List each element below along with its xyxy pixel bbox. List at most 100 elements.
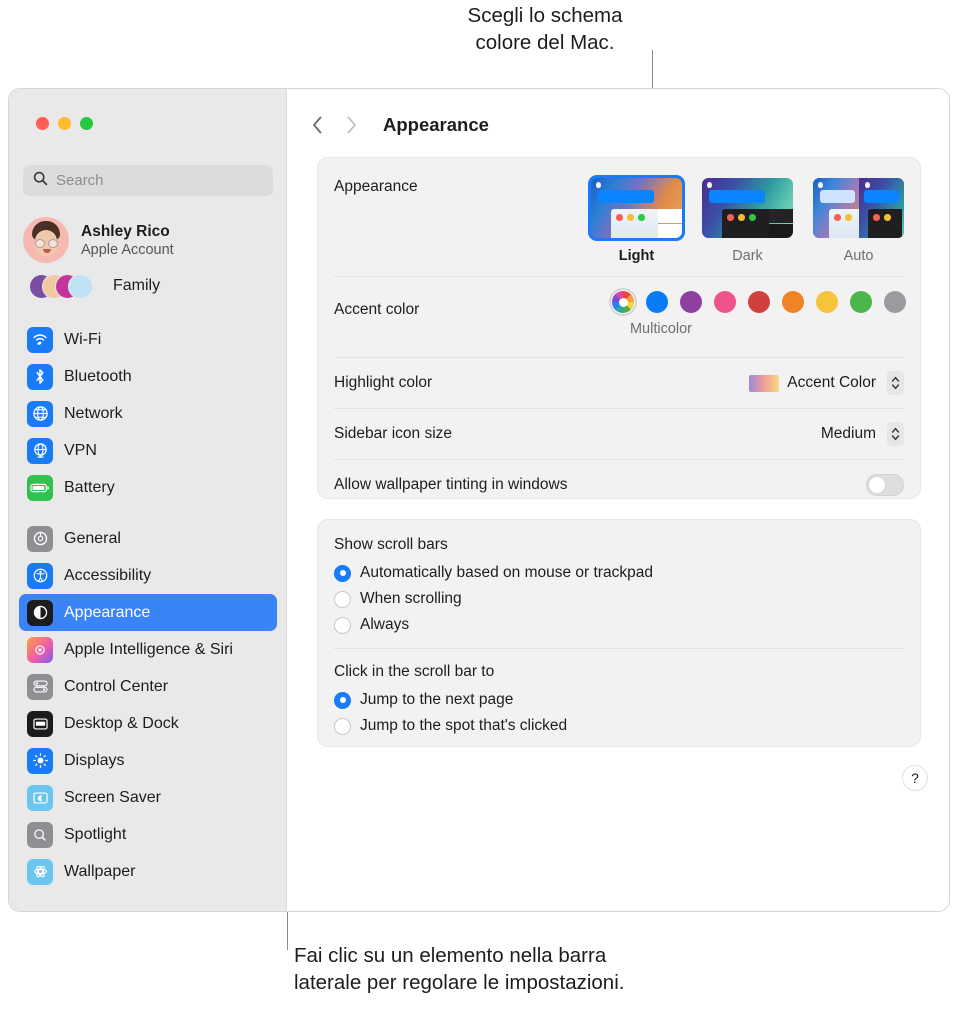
radio-label: When scrolling bbox=[360, 590, 462, 607]
sidebar-item-wallpaper[interactable]: Wallpaper bbox=[19, 853, 277, 890]
sidebar-item-label: Accessibility bbox=[64, 566, 152, 584]
sidebar-group-system: General Accessibility Appearance Apple I… bbox=[19, 520, 277, 890]
account-name: Ashley Rico bbox=[81, 222, 170, 240]
accent-swatch-red[interactable] bbox=[748, 291, 770, 313]
sidebar-item-label: Wi-Fi bbox=[64, 330, 102, 348]
radio-scroll-when-scrolling[interactable]: When scrolling bbox=[334, 586, 904, 612]
theme-option-dark[interactable]: Dark bbox=[699, 175, 796, 264]
screenshot-root: Scegli lo schema colore del Mac. Fai cli… bbox=[0, 0, 958, 1013]
search-icon bbox=[27, 821, 53, 848]
sidebar-item-displays[interactable]: Displays bbox=[19, 742, 277, 779]
wallpaper-tinting-label: Allow wallpaper tinting in windows bbox=[334, 476, 568, 493]
radio-label: Always bbox=[360, 616, 410, 633]
accent-swatch-multicolor[interactable] bbox=[612, 291, 634, 313]
screen-saver-icon bbox=[27, 784, 53, 811]
radio-jump-next-page[interactable]: Jump to the next page bbox=[334, 687, 904, 713]
sidebar-item-desktop-dock[interactable]: Desktop & Dock bbox=[19, 705, 277, 742]
wallpaper-tinting-toggle[interactable] bbox=[866, 474, 904, 496]
radio-jump-to-spot[interactable]: Jump to the spot that's clicked bbox=[334, 713, 904, 739]
callout-top-text: Scegli lo schema colore del Mac. bbox=[467, 4, 623, 54]
sidebar-item-screen-saver[interactable]: Screen Saver bbox=[19, 779, 277, 816]
sidebar-icon-size-popup[interactable]: Medium bbox=[821, 422, 904, 446]
search-placeholder: Search bbox=[56, 172, 104, 189]
search-icon bbox=[33, 171, 48, 191]
sidebar-item-label: Control Center bbox=[64, 677, 169, 695]
sidebar-item-label: Spotlight bbox=[64, 825, 127, 843]
help-button[interactable]: ? bbox=[902, 765, 928, 791]
sidebar-item-label: VPN bbox=[64, 441, 97, 459]
radio-button bbox=[334, 616, 351, 634]
sidebar-item-label: Apple Intelligence & Siri bbox=[64, 640, 233, 658]
sidebar-item-label: Bluetooth bbox=[64, 367, 132, 385]
accent-swatch-pink[interactable] bbox=[714, 291, 736, 313]
theme-label: Auto bbox=[843, 248, 874, 264]
sidebar-item-label: Displays bbox=[64, 751, 125, 769]
sidebar-item-apple-intelligence-siri[interactable]: Apple Intelligence & Siri bbox=[19, 631, 277, 668]
sidebar-item-vpn[interactable]: VPN bbox=[19, 432, 277, 469]
scroll-click-group: Click in the scroll bar to Jump to the n… bbox=[318, 649, 920, 749]
radio-label: Jump to the next page bbox=[360, 691, 514, 708]
radio-button bbox=[334, 590, 351, 608]
back-button[interactable] bbox=[303, 111, 331, 139]
accent-swatch-graphite[interactable] bbox=[884, 291, 906, 313]
sidebar-item-spotlight[interactable]: Spotlight bbox=[19, 816, 277, 853]
close-button[interactable] bbox=[36, 117, 49, 130]
sidebar-item-family[interactable]: Family bbox=[23, 271, 273, 301]
sidebar-item-wi-fi[interactable]: Wi-Fi bbox=[19, 321, 277, 358]
account-subtitle: Apple Account bbox=[81, 241, 174, 258]
battery-icon bbox=[27, 474, 53, 501]
sidebar-item-label: Appearance bbox=[64, 603, 151, 621]
zoom-button[interactable] bbox=[80, 117, 93, 130]
highlight-color-popup[interactable]: Accent Color bbox=[749, 371, 904, 395]
appearance-label: Appearance bbox=[334, 178, 418, 195]
apple-account-row[interactable]: Ashley Rico Apple Account bbox=[23, 217, 273, 263]
chevron-up-down-icon bbox=[887, 422, 904, 446]
accent-color-row: Accent color Multicolor bbox=[318, 277, 920, 357]
sidebar-item-appearance[interactable]: Appearance bbox=[19, 594, 277, 631]
sidebar-item-label: Screen Saver bbox=[64, 788, 161, 806]
light-theme-thumbnail bbox=[591, 178, 682, 238]
minimize-button[interactable] bbox=[58, 117, 71, 130]
sidebar-item-bluetooth[interactable]: Bluetooth bbox=[19, 358, 277, 395]
gear-icon bbox=[27, 525, 53, 552]
search-input[interactable]: Search bbox=[23, 165, 273, 196]
sidebar-item-general[interactable]: General bbox=[19, 520, 277, 557]
sidebar-item-label: Battery bbox=[64, 478, 115, 496]
scroll-settings-card: Show scroll bars Automatically based on … bbox=[317, 519, 921, 747]
control-center-icon bbox=[27, 673, 53, 700]
theme-option-auto[interactable]: Auto bbox=[810, 175, 907, 264]
appearance-theme-options: Light Dark Auto bbox=[588, 175, 907, 264]
accent-swatch-purple[interactable] bbox=[680, 291, 702, 313]
radio-scroll-automatic[interactable]: Automatically based on mouse or trackpad bbox=[334, 560, 904, 586]
radio-label: Automatically based on mouse or trackpad bbox=[360, 564, 653, 581]
accent-swatch-blue[interactable] bbox=[646, 291, 668, 313]
sidebar-icon-size-value: Medium bbox=[820, 425, 876, 442]
sidebar-group-connectivity: Wi-Fi Bluetooth Network VPN Battery bbox=[19, 321, 277, 506]
accent-swatch-yellow[interactable] bbox=[816, 291, 838, 313]
sidebar: Search Ashley Rico Apple Account Family … bbox=[9, 89, 287, 911]
bluetooth-icon bbox=[27, 363, 53, 390]
radio-scroll-always[interactable]: Always bbox=[334, 612, 904, 638]
highlight-color-row: Highlight color Accent Color bbox=[318, 358, 920, 408]
sidebar-item-network[interactable]: Network bbox=[19, 395, 277, 432]
forward-button[interactable] bbox=[337, 111, 365, 139]
theme-label: Light bbox=[618, 248, 655, 264]
dark-theme-thumbnail bbox=[702, 178, 793, 238]
toolbar: Appearance bbox=[303, 111, 489, 139]
sidebar-icon-size-label: Sidebar icon size bbox=[334, 425, 453, 442]
globe-icon bbox=[27, 400, 53, 427]
sidebar-item-accessibility[interactable]: Accessibility bbox=[19, 557, 277, 594]
sidebar-item-control-center[interactable]: Control Center bbox=[19, 668, 277, 705]
theme-option-light[interactable]: Light bbox=[588, 175, 685, 264]
search-container: Search bbox=[23, 165, 273, 196]
accent-swatch-green[interactable] bbox=[850, 291, 872, 313]
wifi-icon bbox=[27, 326, 53, 353]
accent-swatch-orange[interactable] bbox=[782, 291, 804, 313]
sidebar-item-battery[interactable]: Battery bbox=[19, 469, 277, 506]
family-avatars bbox=[29, 271, 99, 301]
highlight-color-swatch bbox=[749, 374, 780, 392]
wallpaper-icon bbox=[27, 858, 53, 885]
show-scroll-bars-title: Show scroll bars bbox=[334, 536, 448, 553]
page-title: Appearance bbox=[383, 114, 489, 135]
sidebar-nav: Wi-Fi Bluetooth Network VPN Battery Gene… bbox=[19, 321, 277, 904]
